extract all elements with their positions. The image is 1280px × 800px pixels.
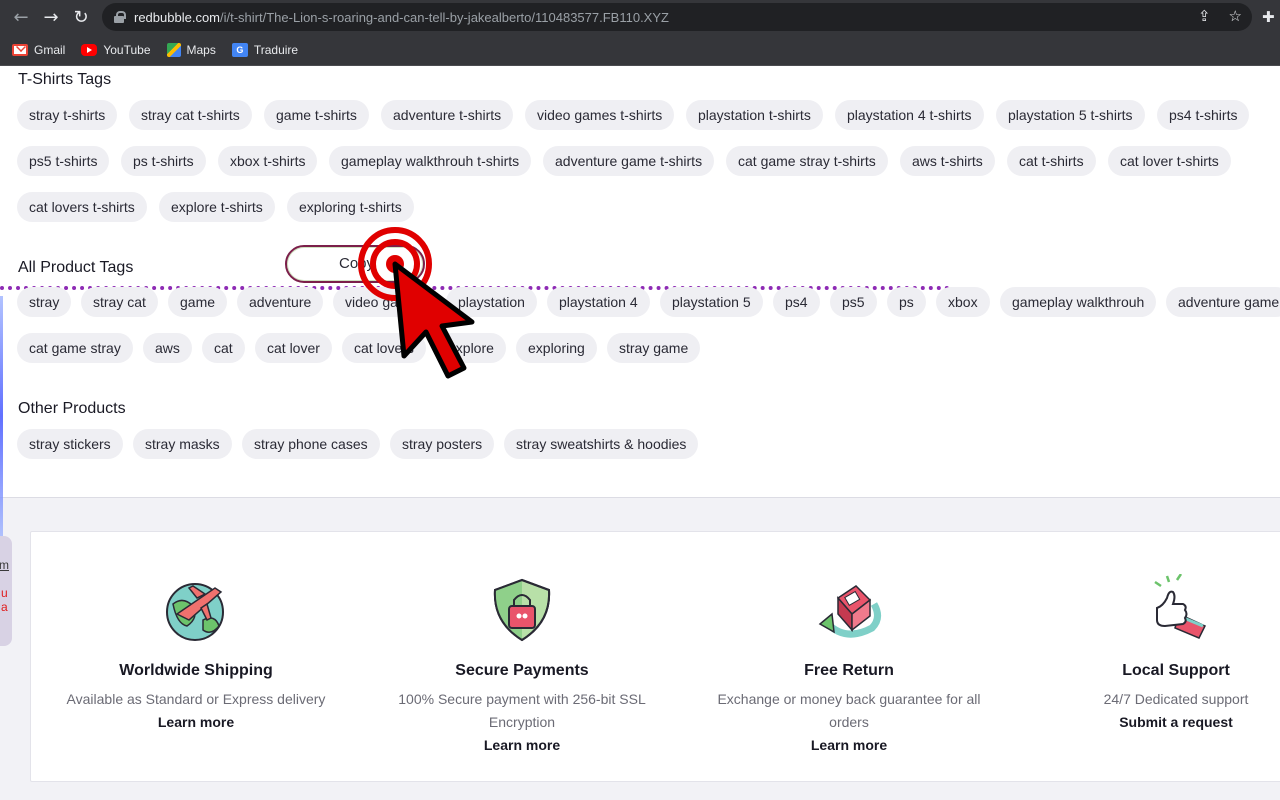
globe-plane-icon: [163, 574, 229, 644]
side-glow: [0, 296, 3, 536]
feature-description: 100% Secure payment with 256-bit SSL Enc…: [398, 691, 646, 730]
forward-icon[interactable]: →: [36, 2, 66, 32]
tag-chip[interactable]: stray cat: [81, 287, 158, 317]
submit-request-link[interactable]: Submit a request: [1011, 711, 1280, 734]
tag-chip[interactable]: xbox: [936, 287, 990, 317]
tag-chip[interactable]: stray game: [607, 333, 701, 363]
tshirt-tags-title: T-Shirts Tags: [18, 71, 112, 88]
tag-chip[interactable]: cat: [202, 333, 245, 363]
feature-title: Secure Payments: [455, 662, 589, 679]
feature-description: Available as Standard or Express deliver…: [66, 691, 326, 707]
tag-chip[interactable]: cat game stray: [17, 333, 133, 363]
page-content: T-Shirts Tags stray t-shirts stray cat t-…: [0, 66, 1280, 800]
tag-chip[interactable]: stray sweatshirts & hoodies: [504, 429, 699, 459]
extensions-icon[interactable]: ✚: [1262, 8, 1275, 26]
bookmark-label: Maps: [186, 42, 216, 57]
tag-chip[interactable]: game: [168, 287, 228, 317]
bookmark-traduire[interactable]: G Traduire: [231, 42, 299, 57]
feature-description: Exchange or money back guarantee for all…: [717, 691, 981, 730]
tag-chip[interactable]: playstation 5 t-shirts: [996, 100, 1145, 130]
tag-chip[interactable]: ps: [887, 287, 926, 317]
tag-chip[interactable]: ps t-shirts: [121, 146, 206, 176]
lock-icon: [114, 11, 126, 23]
tag-chip[interactable]: cat lover: [255, 333, 332, 363]
features-card: Worldwide Shipping Available as Standard…: [30, 531, 1280, 782]
tag-chip[interactable]: ps5: [830, 287, 877, 317]
all-product-tags-title: All Product Tags: [18, 259, 134, 276]
feature-worldwide-shipping: Worldwide Shipping Available as Standard…: [31, 532, 361, 734]
tag-chip[interactable]: aws: [143, 333, 192, 363]
feature-title: Free Return: [804, 662, 894, 679]
learn-more-link[interactable]: Learn more: [357, 734, 687, 757]
learn-more-link[interactable]: Learn more: [684, 734, 1014, 757]
tag-chip[interactable]: playstation 4 t-shirts: [835, 100, 984, 130]
address-bar[interactable]: redbubble.com/i/t-shirt/The-Lion-s-roari…: [102, 3, 1252, 31]
tag-chip[interactable]: ps5 t-shirts: [17, 146, 110, 176]
bookmark-label: Gmail: [34, 42, 66, 57]
back-icon[interactable]: ←: [6, 2, 36, 32]
tag-chip[interactable]: ps4 t-shirts: [1157, 100, 1250, 130]
feature-local-support: Local Support 24/7 Dedicated support Sub…: [1011, 532, 1280, 734]
feature-free-return: Free Return Exchange or money back guara…: [684, 532, 1014, 757]
translate-icon: G: [231, 42, 248, 57]
tag-chip[interactable]: cat t-shirts: [1007, 146, 1096, 176]
tag-chip[interactable]: cat lover t-shirts: [1108, 146, 1231, 176]
tag-chip[interactable]: game t-shirts: [264, 100, 369, 130]
tag-chip[interactable]: playstation 5: [660, 287, 763, 317]
shield-lock-icon: [489, 574, 555, 644]
other-products-title: Other Products: [18, 400, 126, 417]
tag-chip[interactable]: stray: [17, 287, 72, 317]
tag-chip[interactable]: explore t-shirts: [159, 192, 275, 222]
url-text: redbubble.com/i/t-shirt/The-Lion-s-roari…: [134, 9, 669, 25]
browser-toolbar: ← → ↻ redbubble.com/i/t-shirt/The-Lion-s…: [0, 0, 1280, 34]
tag-chip[interactable]: adventure t-shirts: [381, 100, 514, 130]
maps-icon: [166, 42, 181, 57]
feature-description: 24/7 Dedicated support: [1103, 691, 1249, 707]
tag-chip[interactable]: video games t-shirts: [525, 100, 675, 130]
tag-chip[interactable]: stray stickers: [17, 429, 123, 459]
return-box-icon: [816, 574, 882, 644]
tag-chip[interactable]: gameplay walkthrouh t-shirts: [329, 146, 532, 176]
tag-chip[interactable]: aws t-shirts: [900, 146, 995, 176]
tag-chip[interactable]: playstation 4: [547, 287, 650, 317]
feature-title: Local Support: [1122, 662, 1230, 679]
tag-chip[interactable]: adventure game t-shirts: [543, 146, 715, 176]
side-widget[interactable]: m ua: [0, 536, 12, 646]
bookmark-star-icon[interactable]: ☆: [1229, 7, 1242, 25]
bookmark-label: Traduire: [253, 42, 299, 57]
bookmark-maps[interactable]: Maps: [166, 42, 216, 57]
gmail-icon: [12, 43, 28, 56]
feature-secure-payments: Secure Payments 100% Secure payment with…: [357, 532, 687, 757]
tag-chip[interactable]: gameplay walkthrouh: [1000, 287, 1157, 317]
tag-chip[interactable]: stray t-shirts: [17, 100, 118, 130]
click-annotation-cursor-icon: [358, 227, 475, 379]
tag-chip[interactable]: ps4: [773, 287, 820, 317]
tag-chip[interactable]: playstation t-shirts: [686, 100, 823, 130]
share-icon[interactable]: ⇪: [1198, 7, 1211, 25]
side-widget-link[interactable]: m: [0, 558, 9, 572]
tag-chip[interactable]: xbox t-shirts: [218, 146, 318, 176]
bookmark-youtube[interactable]: YouTube: [81, 42, 151, 57]
tag-chip[interactable]: stray phone cases: [242, 429, 380, 459]
thumbs-up-icon: [1143, 573, 1209, 644]
feature-title: Worldwide Shipping: [119, 662, 273, 679]
learn-more-link[interactable]: Learn more: [31, 711, 361, 734]
reload-icon[interactable]: ↻: [66, 2, 96, 32]
tags-card: T-Shirts Tags stray t-shirts stray cat t-…: [0, 66, 1280, 498]
tag-chip[interactable]: cat game stray t-shirts: [726, 146, 888, 176]
tag-chip[interactable]: adventure: [237, 287, 324, 317]
bookmarks-bar: Gmail YouTube Maps G Traduire: [0, 34, 1280, 66]
bookmark-gmail[interactable]: Gmail: [12, 43, 65, 57]
side-widget-text: ua: [1, 586, 8, 614]
tag-chip[interactable]: adventure game: [1166, 287, 1280, 317]
tag-chip[interactable]: stray cat t-shirts: [129, 100, 252, 130]
tag-chip[interactable]: stray posters: [390, 429, 495, 459]
tag-chip[interactable]: exploring: [516, 333, 597, 363]
bookmark-label: YouTube: [103, 42, 151, 57]
youtube-icon: [81, 43, 98, 56]
tag-chip[interactable]: stray masks: [133, 429, 232, 459]
tag-chip[interactable]: cat lovers t-shirts: [17, 192, 147, 222]
